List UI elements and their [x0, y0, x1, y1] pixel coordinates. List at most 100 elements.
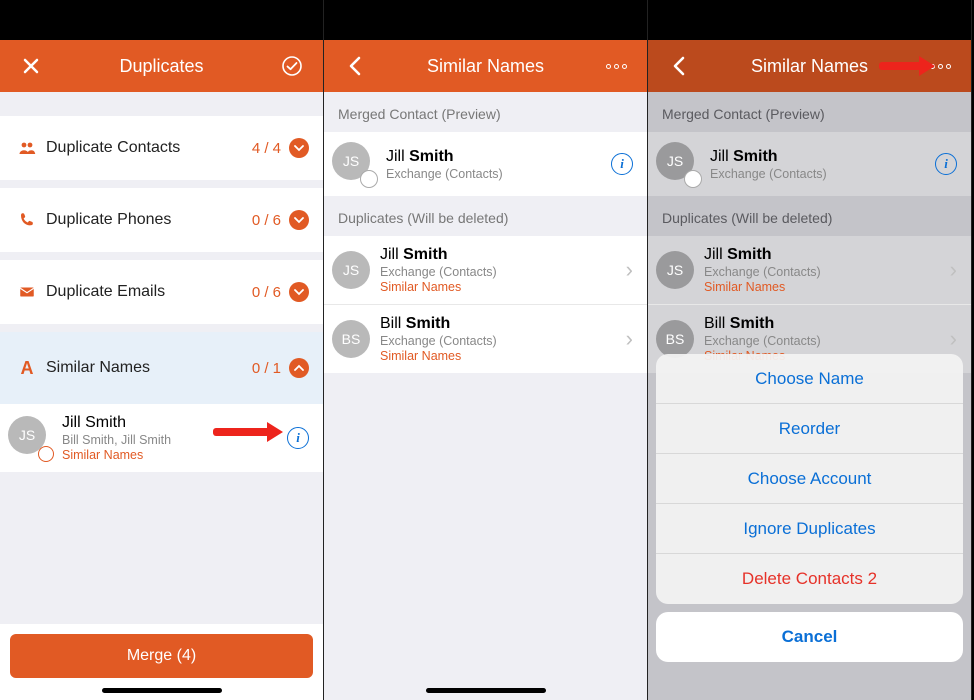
- row-similar-names[interactable]: A Similar Names 0 / 1: [0, 332, 323, 404]
- selection-badge-icon[interactable]: [38, 446, 54, 462]
- sheet-delete-contacts[interactable]: Delete Contacts 2: [656, 554, 963, 604]
- contact-text: Jill Smith Exchange (Contacts) Similar N…: [704, 246, 940, 294]
- contact-text: Jill Smith Exchange (Contacts): [386, 148, 601, 181]
- close-icon[interactable]: [14, 57, 48, 75]
- avatar: JS: [656, 142, 700, 186]
- nav-bar: Similar Names: [648, 40, 971, 92]
- screen-duplicates: Duplicates Duplicate Contacts 4 / 4 Dupl…: [0, 0, 324, 700]
- contact-tag: Similar Names: [62, 448, 277, 462]
- preview-contact-row: JS Jill Smith Exchange (Contacts) i: [648, 132, 971, 196]
- contact-text: Bill Smith Exchange (Contacts) Similar N…: [380, 315, 616, 363]
- back-icon[interactable]: [662, 56, 696, 76]
- chevron-right-icon: ›: [626, 326, 633, 352]
- sheet-cancel-button[interactable]: Cancel: [656, 612, 963, 662]
- sheet-reorder[interactable]: Reorder: [656, 404, 963, 454]
- contact-tag: Similar Names: [380, 349, 616, 363]
- source-badge-icon: [360, 170, 378, 188]
- row-count: 4 / 4: [252, 140, 281, 157]
- status-bar: [324, 0, 647, 40]
- contact-sub: Exchange (Contacts): [380, 334, 616, 348]
- contact-name: Jill Smith: [704, 246, 940, 264]
- contact-text: Jill Smith Exchange (Contacts): [710, 148, 925, 181]
- section-header-preview: Merged Contact (Preview): [324, 92, 647, 132]
- page-title: Similar Names: [696, 56, 923, 77]
- letter-icon: A: [14, 358, 40, 379]
- more-icon[interactable]: [923, 64, 957, 69]
- row-duplicate-contacts[interactable]: Duplicate Contacts 4 / 4: [0, 116, 323, 188]
- row-label: Similar Names: [40, 359, 252, 377]
- page-title: Duplicates: [48, 56, 275, 77]
- footer: Merge (4): [0, 624, 323, 682]
- row-label: Duplicate Phones: [40, 211, 252, 229]
- contact-name: Jill Smith: [386, 148, 601, 166]
- screen-action-sheet: Similar Names Merged Contact (Preview) J…: [648, 0, 972, 700]
- avatar-initials: BS: [656, 320, 694, 358]
- row-label: Duplicate Emails: [40, 283, 252, 301]
- contact-name: Bill Smith: [380, 315, 616, 333]
- chevron-up-icon[interactable]: [289, 358, 309, 378]
- dupe-row: JS Jill Smith Exchange (Contacts) Simila…: [648, 236, 971, 305]
- contact-name: Jill Smith: [710, 148, 925, 166]
- merge-button[interactable]: Merge (4): [10, 634, 313, 678]
- row-label: Duplicate Contacts: [40, 139, 252, 157]
- contact-sub: Exchange (Contacts): [710, 167, 925, 181]
- chevron-right-icon: ›: [626, 257, 633, 283]
- phone-icon: [14, 211, 40, 229]
- home-indicator: [324, 682, 647, 700]
- source-badge-icon: [684, 170, 702, 188]
- row-count: 0 / 1: [252, 360, 281, 377]
- contact-sub: Exchange (Contacts): [704, 334, 940, 348]
- avatar-initials: JS: [332, 251, 370, 289]
- info-icon[interactable]: i: [611, 153, 633, 175]
- info-icon[interactable]: i: [287, 427, 309, 449]
- avatar: JS: [332, 142, 376, 186]
- contact-name: Jill Smith: [62, 414, 277, 432]
- contact-name: Bill Smith: [704, 315, 940, 333]
- contact-text: Jill Smith Bill Smith, Jill Smith Simila…: [62, 414, 277, 462]
- row-duplicate-phones[interactable]: Duplicate Phones 0 / 6: [0, 188, 323, 260]
- chevron-down-icon[interactable]: [289, 138, 309, 158]
- status-bar: [0, 0, 323, 40]
- chevron-down-icon[interactable]: [289, 282, 309, 302]
- screen-similar-names: Similar Names Merged Contact (Preview) J…: [324, 0, 648, 700]
- content: Merged Contact (Preview) JS Jill Smith E…: [324, 92, 647, 700]
- select-all-icon[interactable]: [275, 55, 309, 77]
- back-icon[interactable]: [338, 56, 372, 76]
- content: Duplicate Contacts 4 / 4 Duplicate Phone…: [0, 92, 323, 700]
- status-bar: [648, 0, 971, 40]
- people-icon: [14, 139, 40, 157]
- contact-sub: Exchange (Contacts): [704, 265, 940, 279]
- sheet-choose-account[interactable]: Choose Account: [656, 454, 963, 504]
- sheet-ignore-duplicates[interactable]: Ignore Duplicates: [656, 504, 963, 554]
- action-sheet-group: Choose Name Reorder Choose Account Ignor…: [656, 354, 963, 604]
- contact-row[interactable]: JS Jill Smith Bill Smith, Jill Smith Sim…: [0, 404, 323, 472]
- avatar-initials: BS: [332, 320, 370, 358]
- info-icon: i: [935, 153, 957, 175]
- mail-icon: [14, 283, 40, 301]
- home-indicator: [0, 682, 323, 700]
- contact-tag: Similar Names: [704, 280, 940, 294]
- preview-contact-row[interactable]: JS Jill Smith Exchange (Contacts) i: [324, 132, 647, 196]
- avatar-initials: JS: [656, 251, 694, 289]
- section-header-dupes: Duplicates (Will be deleted): [648, 196, 971, 236]
- nav-bar: Similar Names: [324, 40, 647, 92]
- avatar: JS: [8, 416, 52, 460]
- chevron-down-icon[interactable]: [289, 210, 309, 230]
- chevron-right-icon: ›: [950, 257, 957, 283]
- contact-sub: Exchange (Contacts): [386, 167, 601, 181]
- contact-sub: Bill Smith, Jill Smith: [62, 433, 277, 447]
- chevron-right-icon: ›: [950, 326, 957, 352]
- action-sheet: Choose Name Reorder Choose Account Ignor…: [656, 354, 963, 686]
- more-icon[interactable]: [599, 64, 633, 69]
- dupe-row[interactable]: BS Bill Smith Exchange (Contacts) Simila…: [324, 305, 647, 373]
- contact-tag: Similar Names: [380, 280, 616, 294]
- page-title: Similar Names: [372, 56, 599, 77]
- row-count: 0 / 6: [252, 212, 281, 229]
- content: Merged Contact (Preview) JS Jill Smith E…: [648, 92, 971, 700]
- row-duplicate-emails[interactable]: Duplicate Emails 0 / 6: [0, 260, 323, 332]
- row-count: 0 / 6: [252, 284, 281, 301]
- contact-sub: Exchange (Contacts): [380, 265, 616, 279]
- section-header-preview: Merged Contact (Preview): [648, 92, 971, 132]
- dupe-row[interactable]: JS Jill Smith Exchange (Contacts) Simila…: [324, 236, 647, 305]
- sheet-choose-name[interactable]: Choose Name: [656, 354, 963, 404]
